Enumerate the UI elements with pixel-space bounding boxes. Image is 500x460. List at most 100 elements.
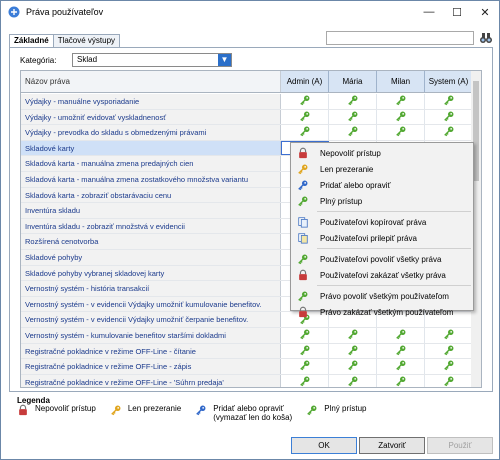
menu-item[interactable]: Právo povoliť všetkým používateľom xyxy=(291,288,473,304)
chevron-down-icon[interactable]: ▼ xyxy=(218,54,231,66)
menu-item[interactable]: Používateľovi prilepiť práva xyxy=(291,230,473,246)
permission-cell[interactable] xyxy=(329,125,377,140)
grid-header: Názov práva Admin (A) Mária Milan System… xyxy=(21,71,481,93)
lock-red-icon xyxy=(17,404,31,418)
window-title: Práva používateľov xyxy=(26,7,104,17)
key-green-icon xyxy=(395,359,407,373)
right-name: Registračné pokladnice v režime OFF-Line… xyxy=(21,343,281,359)
legend-label-line: Nepovoliť prístup xyxy=(35,404,96,413)
permission-cell[interactable] xyxy=(329,374,377,387)
binoculars-icon[interactable] xyxy=(479,31,493,45)
column-header-name[interactable]: Názov práva xyxy=(21,71,281,92)
permission-cell[interactable] xyxy=(281,359,329,374)
menu-separator xyxy=(317,248,471,249)
permission-cell[interactable] xyxy=(425,374,473,387)
menu-item[interactable]: Používateľovi kopírovať práva xyxy=(291,214,473,230)
permission-cell[interactable] xyxy=(281,94,329,109)
key-green-icon xyxy=(443,125,455,139)
permission-cell[interactable] xyxy=(425,125,473,140)
permission-cell[interactable] xyxy=(281,374,329,387)
column-header-admin[interactable]: Admin (A) xyxy=(281,71,329,92)
legend-item: Nepovoliť prístup xyxy=(17,404,96,418)
permission-cell[interactable] xyxy=(281,327,329,343)
right-name: Vernostný systém - v evidencii Výdajky u… xyxy=(21,296,281,312)
table-row[interactable]: Výdajky - umožniť evidovať vyskladnenosť xyxy=(21,109,481,126)
menu-item[interactable]: Používateľovi povoliť všetky práva xyxy=(291,251,473,267)
table-row[interactable]: Výdajky - prevodka do skladu s obmedzený… xyxy=(21,125,481,141)
table-row[interactable]: Registračné pokladnice v režime OFF-Line… xyxy=(21,374,481,387)
close-dialog-button[interactable]: Zatvoriť xyxy=(359,437,425,454)
right-name: Skladová karta - zobraziť obstarávaciu c… xyxy=(21,187,281,203)
menu-item-label: Plný prístup xyxy=(320,196,363,206)
tab-print-outputs[interactable]: Tlačové výstupy xyxy=(52,34,121,47)
table-row[interactable]: Registračné pokladnice v režime OFF-Line… xyxy=(21,343,481,360)
legend-label: Plný prístup xyxy=(324,404,366,413)
tab-basic[interactable]: Základné xyxy=(9,34,54,48)
key-green-icon xyxy=(299,94,311,108)
permission-cell[interactable] xyxy=(377,125,425,140)
rights-window: Práva používateľov — ☐ ✕ Základné Tlačov… xyxy=(0,0,500,460)
menu-item[interactable]: Len prezeranie xyxy=(291,161,473,177)
category-select[interactable]: Sklad ▼ xyxy=(72,53,232,67)
key-green-icon xyxy=(347,125,359,139)
key-green-icon xyxy=(347,328,359,342)
permission-cell[interactable] xyxy=(329,359,377,374)
permission-cell[interactable] xyxy=(425,359,473,374)
legend-label-line: Plný prístup xyxy=(324,404,367,413)
table-row[interactable]: Registračné pokladnice v režime OFF-Line… xyxy=(21,359,481,375)
key-blue-icon xyxy=(195,404,209,418)
menu-item[interactable]: Právo zakázať všetkým používateľom xyxy=(291,304,473,320)
copy-icon xyxy=(296,215,310,229)
maximize-button[interactable]: ☐ xyxy=(443,1,471,23)
permission-cell[interactable] xyxy=(425,109,473,125)
ok-button[interactable]: OK xyxy=(291,437,357,454)
menu-item[interactable]: Plný prístup xyxy=(291,193,473,209)
menu-item[interactable]: Nepovoliť prístup xyxy=(291,145,473,161)
close-button[interactable]: ✕ xyxy=(471,1,499,23)
menu-item[interactable]: Používateľovi zakázať všetky práva xyxy=(291,267,473,283)
column-header-system[interactable]: System (A) xyxy=(425,71,473,92)
key-green-icon xyxy=(443,110,455,124)
lock-red-icon xyxy=(296,268,310,282)
title-bar[interactable]: Práva používateľov — ☐ ✕ xyxy=(1,1,499,23)
permission-cell[interactable] xyxy=(377,359,425,374)
permission-cell[interactable] xyxy=(281,343,329,359)
right-name: Inventúra skladu xyxy=(21,203,281,218)
key-green-icon xyxy=(347,344,359,358)
permission-cell[interactable] xyxy=(329,327,377,343)
permission-cell[interactable] xyxy=(377,109,425,125)
key-green-icon xyxy=(395,110,407,124)
right-name: Rozšírená cenotvorba xyxy=(21,234,281,249)
permission-cell[interactable] xyxy=(329,343,377,359)
permission-cell[interactable] xyxy=(377,374,425,387)
column-header-milan[interactable]: Milan xyxy=(377,71,425,92)
search-input[interactable] xyxy=(326,31,474,45)
permission-cell[interactable] xyxy=(329,109,377,125)
right-name: Registračné pokladnice v režime OFF-Line… xyxy=(21,359,281,374)
apply-button[interactable]: Použiť xyxy=(427,437,493,454)
permission-cell[interactable] xyxy=(329,94,377,109)
permission-cell[interactable] xyxy=(281,125,329,140)
minimize-button[interactable]: — xyxy=(415,1,443,23)
right-name: Vernostný systém - história transakcií xyxy=(21,281,281,296)
right-name: Výdajky - prevodka do skladu s obmedzený… xyxy=(21,125,281,140)
permission-cell[interactable] xyxy=(425,343,473,359)
permission-cell[interactable] xyxy=(425,327,473,343)
table-row[interactable]: Vernostný systém - kumulovanie benefitov… xyxy=(21,327,481,344)
column-header-maria[interactable]: Mária xyxy=(329,71,377,92)
legend-label-line: Len prezeranie xyxy=(127,404,182,413)
table-row[interactable]: Výdajky - manuálne vysporiadanie xyxy=(21,94,481,110)
permission-cell[interactable] xyxy=(377,327,425,343)
permission-cell[interactable] xyxy=(425,94,473,109)
menu-item-label: Len prezeranie xyxy=(320,164,374,174)
key-yellow-icon xyxy=(296,162,310,176)
right-name: Vernostný systém - v evidencii Výdajky u… xyxy=(21,312,281,327)
key-yellow-icon xyxy=(110,404,124,418)
permission-cell[interactable] xyxy=(281,109,329,125)
lock-red-icon xyxy=(296,305,310,319)
permission-cell[interactable] xyxy=(377,343,425,359)
menu-item-label: Právo zakázať všetkým používateľom xyxy=(320,307,454,317)
menu-item[interactable]: Pridať alebo opraviť xyxy=(291,177,473,193)
permission-cell[interactable] xyxy=(377,94,425,109)
key-green-icon xyxy=(347,94,359,108)
